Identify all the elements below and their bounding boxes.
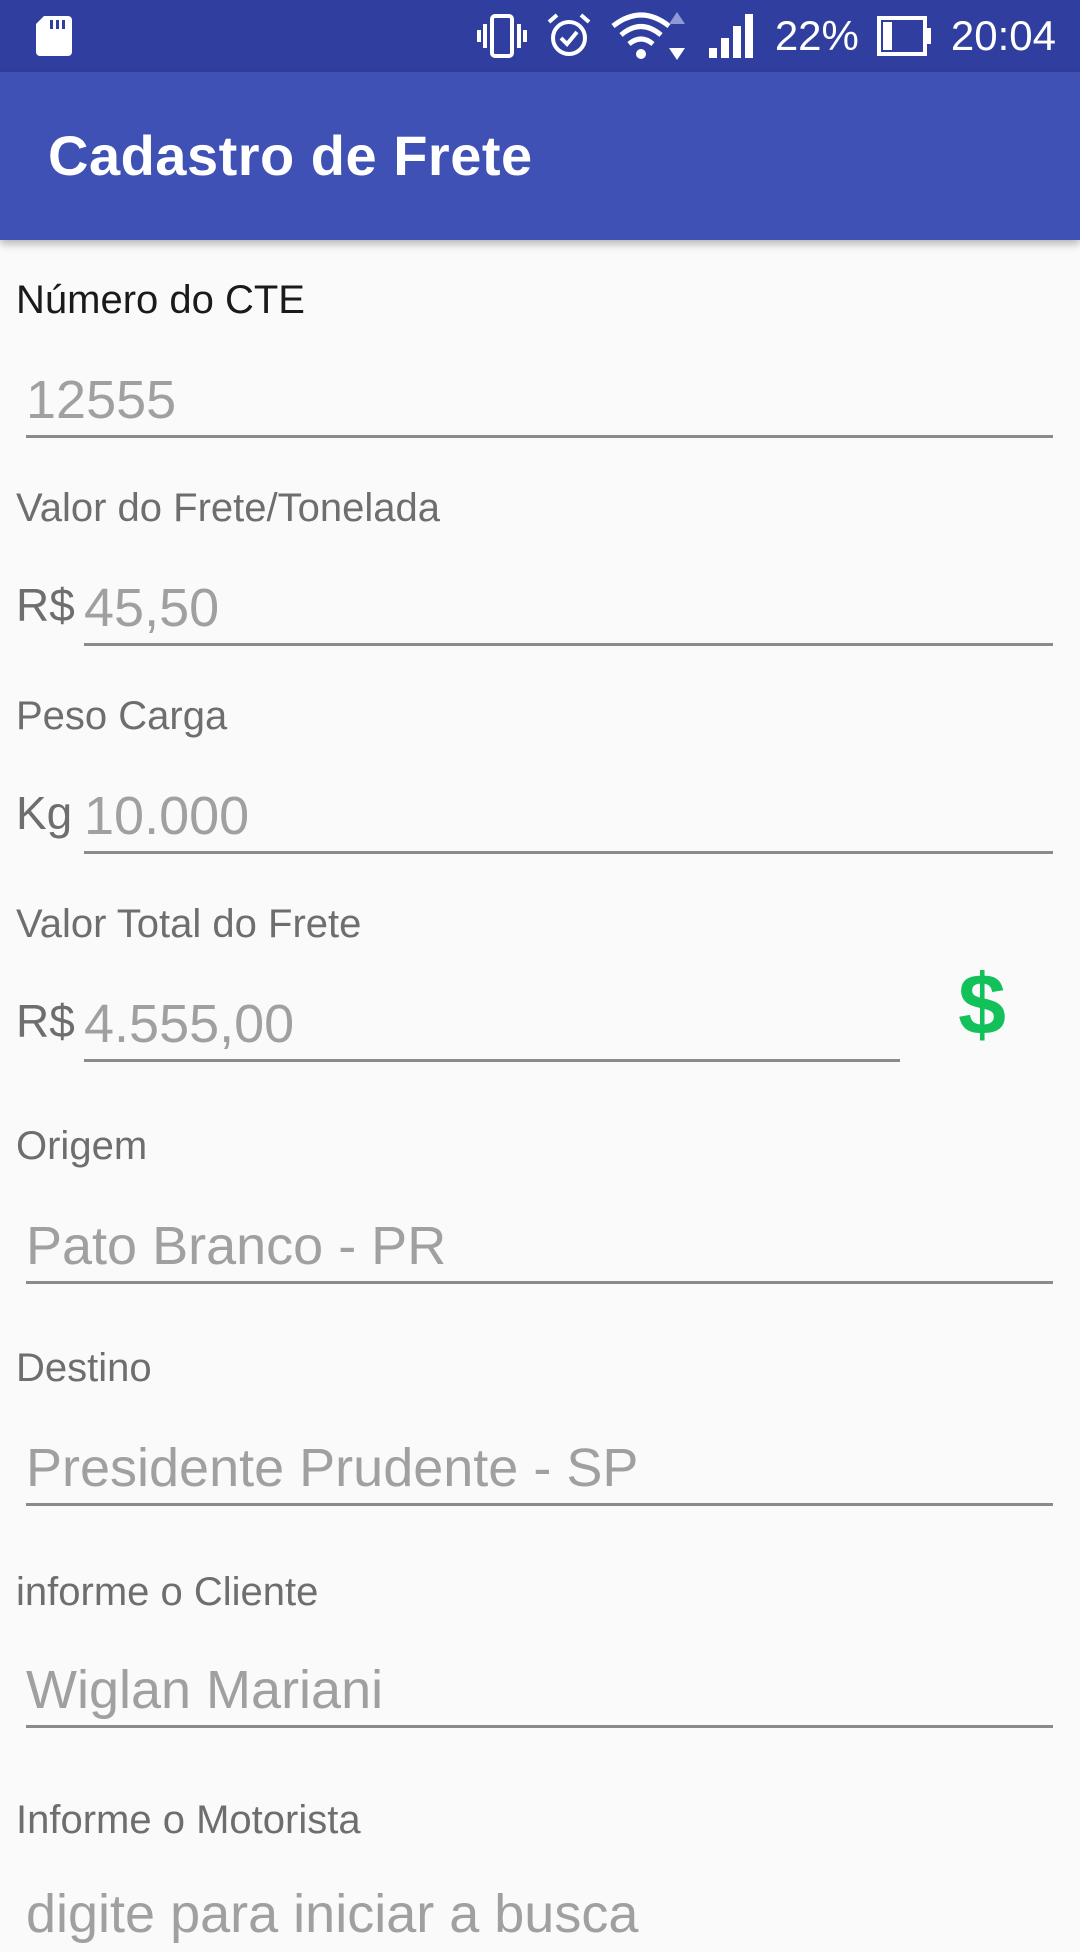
- freight-per-ton-value: 45,50: [84, 578, 220, 638]
- page-title: Cadastro de Frete: [48, 124, 533, 187]
- freight-per-ton-currency: R$: [16, 579, 75, 631]
- total-freight-label: Valor Total do Frete: [16, 902, 362, 946]
- freight-form: Número do CTE 12555 Valor do Frete/Tonel…: [0, 240, 1080, 1944]
- freight-per-ton-label: Valor do Frete/Tonelada: [16, 486, 440, 530]
- total-freight-underline: [84, 1059, 900, 1062]
- battery-icon: [876, 14, 933, 58]
- cte-underline: [26, 435, 1053, 438]
- origin-underline: [26, 1281, 1053, 1284]
- origin-value: Pato Branco - PR: [26, 1216, 447, 1276]
- destination-underline: [26, 1503, 1053, 1506]
- sd-card-icon: [36, 16, 72, 56]
- calculate-total-button[interactable]: $: [950, 960, 1014, 1050]
- destination-label: Destino: [16, 1346, 152, 1390]
- total-freight-currency: R$: [16, 995, 75, 1047]
- origin-label: Origem: [16, 1124, 148, 1168]
- app-bar: Cadastro de Frete: [0, 72, 1080, 240]
- client-value: Wiglan Mariani: [26, 1660, 384, 1720]
- driver-placeholder: digite para iniciar a busca: [26, 1884, 639, 1944]
- driver-search-input[interactable]: digite para iniciar a busca: [26, 1882, 1053, 1952]
- battery-percent: 22%: [774, 12, 859, 59]
- clock: 20:04: [950, 12, 1056, 59]
- destination-value: Presidente Prudente - SP: [26, 1438, 639, 1498]
- signal-icon: [708, 14, 757, 58]
- destination-input[interactable]: Presidente Prudente - SP: [26, 1436, 1053, 1506]
- wifi-icon: [611, 10, 691, 62]
- status-bar: 22% 20:04: [0, 0, 1080, 72]
- vibrate-icon: [476, 14, 527, 58]
- dollar-icon: $: [958, 957, 1006, 1053]
- total-freight-input[interactable]: 4.555,00: [84, 992, 900, 1062]
- cargo-weight-unit: Kg: [16, 787, 73, 839]
- cte-input[interactable]: 12555: [26, 368, 1053, 438]
- alarm-icon: [545, 12, 593, 60]
- total-freight-value: 4.555,00: [84, 994, 295, 1054]
- cargo-weight-value: 10.000: [84, 786, 250, 846]
- freight-per-ton-underline: [84, 643, 1053, 646]
- driver-label: Informe o Motorista: [16, 1798, 361, 1842]
- client-label: informe o Cliente: [16, 1570, 319, 1614]
- client-underline: [26, 1725, 1053, 1728]
- cargo-weight-label: Peso Carga: [16, 694, 228, 738]
- origin-input[interactable]: Pato Branco - PR: [26, 1214, 1053, 1284]
- cte-label: Número do CTE: [16, 278, 305, 322]
- freight-per-ton-input[interactable]: 45,50: [84, 576, 1053, 646]
- cte-value: 12555: [26, 370, 177, 430]
- client-input[interactable]: Wiglan Mariani: [26, 1658, 1053, 1728]
- cargo-weight-underline: [84, 851, 1053, 854]
- cargo-weight-input[interactable]: 10.000: [84, 784, 1053, 854]
